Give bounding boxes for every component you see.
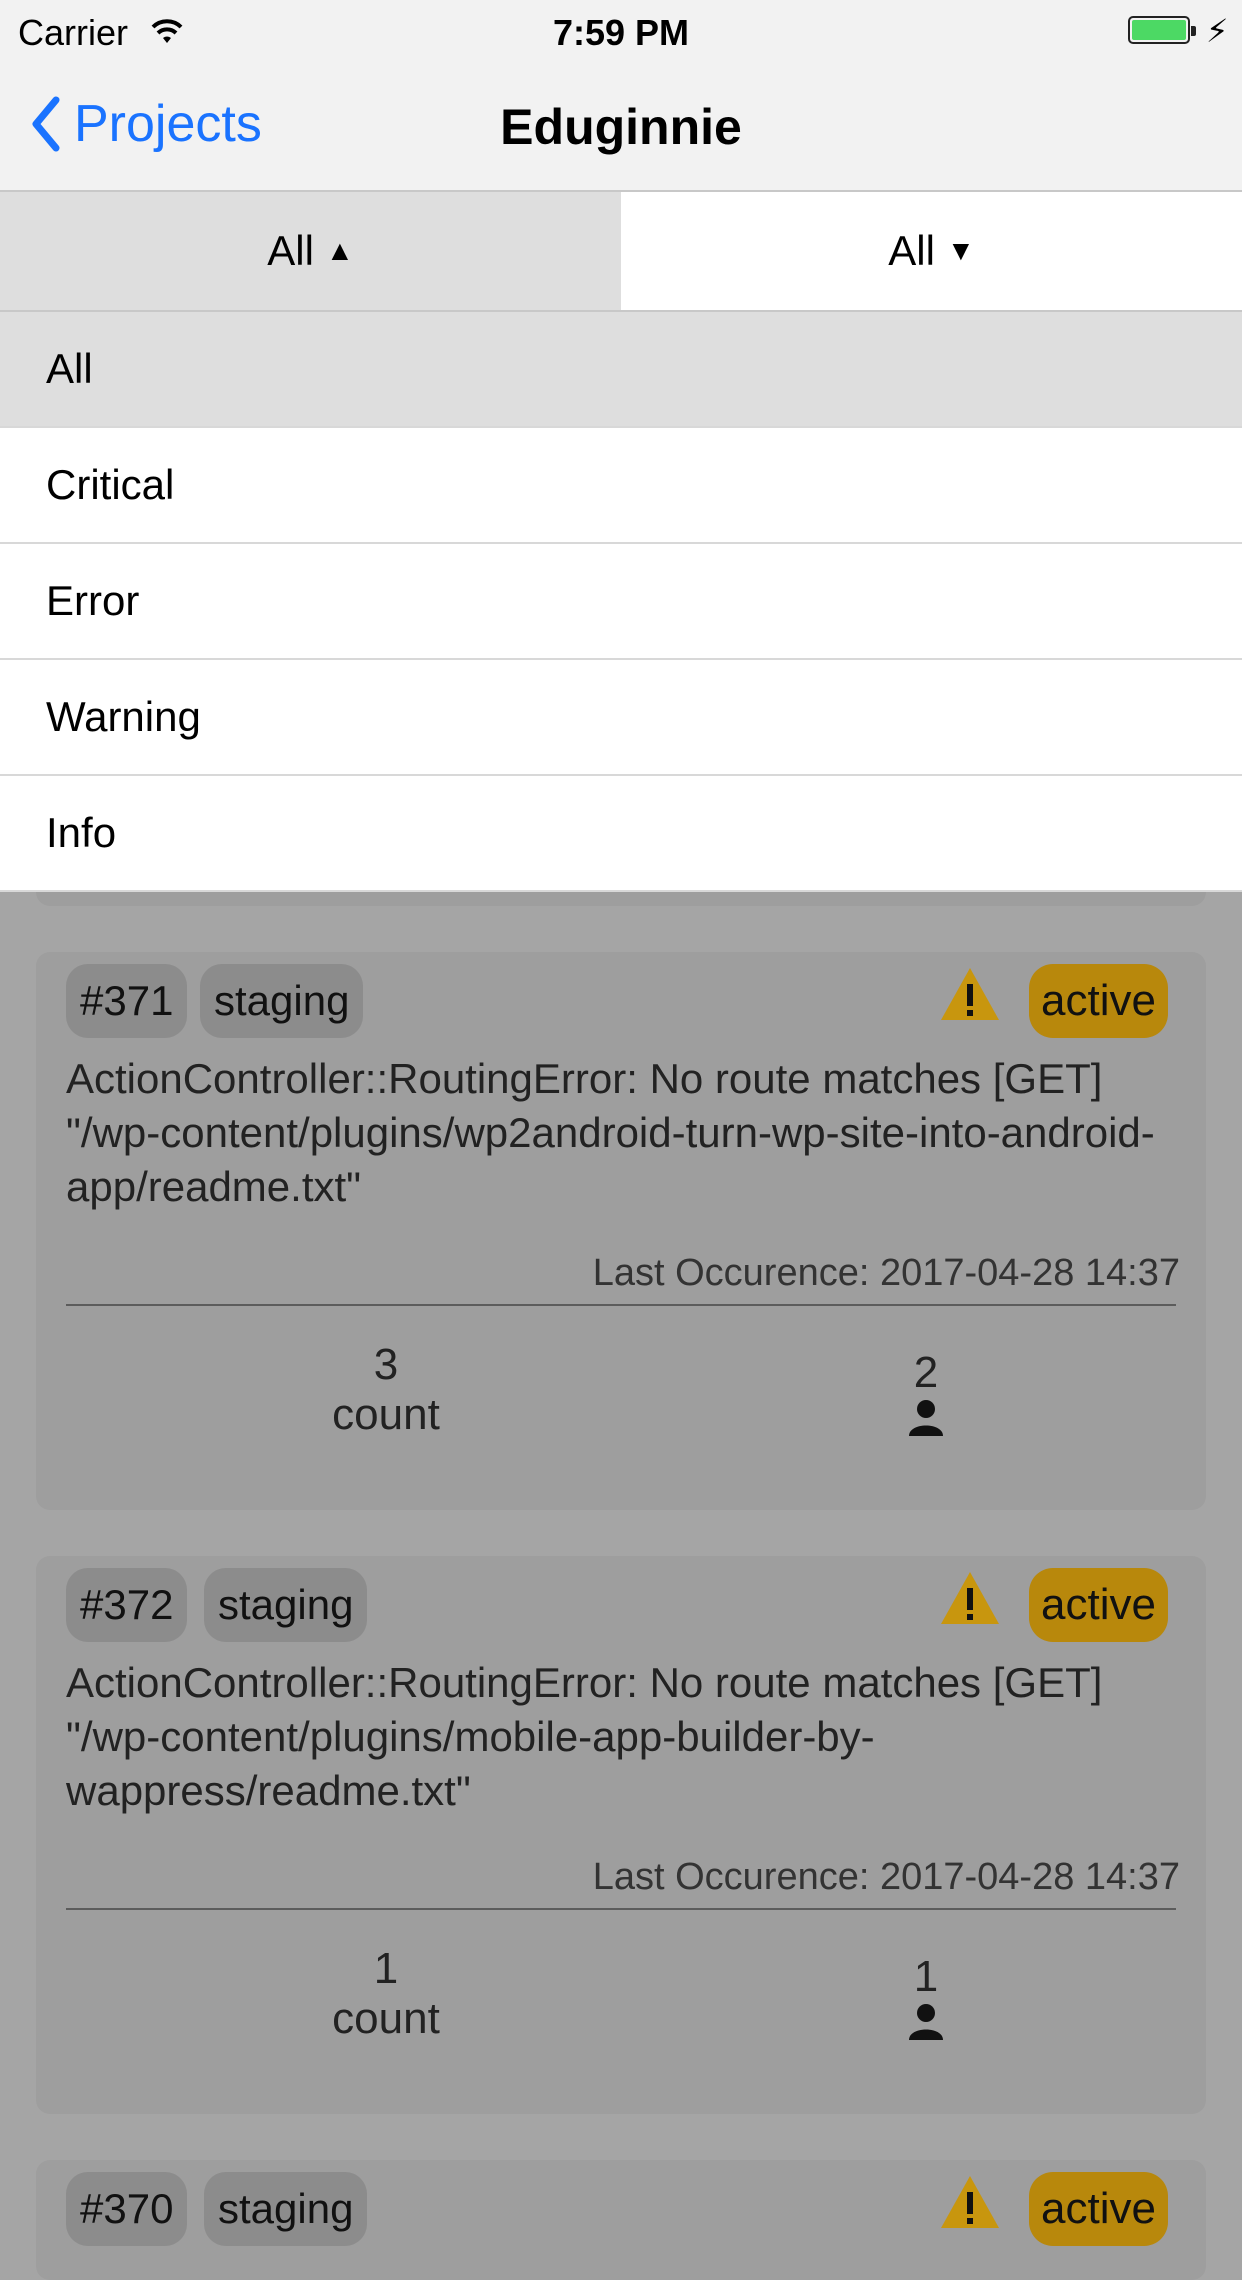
severity-filter-button[interactable]: All ▲ <box>0 192 621 310</box>
environment-badge: staging <box>200 964 364 1038</box>
error-id-badge: #370 <box>66 2172 188 2246</box>
user-icon <box>776 1398 1076 1443</box>
navigation-bar: Projects Eduginnie <box>0 62 1242 192</box>
caret-down-icon: ▼ <box>946 235 975 266</box>
caret-up-icon: ▲ <box>325 235 354 266</box>
last-occurrence: Last Occurence: 2017-04-28 14:37 <box>592 1856 1180 1898</box>
users-stat: 2 <box>776 1348 1076 1443</box>
error-id-badge: #372 <box>66 1568 188 1642</box>
dropdown-item-all[interactable]: All <box>0 312 1242 428</box>
count-value: 1 <box>373 1944 399 1993</box>
count-label: count <box>332 1390 440 1439</box>
environment-badge: staging <box>204 1568 368 1642</box>
environment-badge: staging <box>204 2172 368 2246</box>
count-stat: 1 count <box>236 1944 536 2044</box>
status-badge: active <box>1029 2172 1168 2246</box>
error-id-badge: #371 <box>66 964 188 1038</box>
status-badge: active <box>1029 964 1168 1038</box>
dropdown-item-error[interactable]: Error <box>0 544 1242 660</box>
status-filter-button[interactable]: All ▼ <box>621 192 1242 310</box>
error-card[interactable]: #371 staging active ActionController::Ro… <box>36 952 1206 1510</box>
users-stat: 1 <box>776 1952 1076 2047</box>
users-value: 1 <box>913 1952 939 2001</box>
severity-dropdown: All Critical Error Warning Info <box>0 312 1242 892</box>
status-bar: Carrier 7:59 PM ⚡ <box>0 0 1242 62</box>
status-filter-label: All <box>888 227 935 274</box>
count-stat: 3 count <box>236 1340 536 1440</box>
users-value: 2 <box>913 1348 939 1397</box>
clock: 7:59 PM <box>552 12 690 53</box>
error-card[interactable]: #370 staging active <box>36 2160 1206 2280</box>
error-message: ActionController::RoutingError: No route… <box>66 1055 1155 1210</box>
filter-bar: All ▲ All ▼ <box>0 192 1242 312</box>
user-icon <box>776 2002 1076 2047</box>
dropdown-item-critical[interactable]: Critical <box>0 428 1242 544</box>
severity-filter-label: All <box>267 227 314 274</box>
dropdown-item-info[interactable]: Info <box>0 776 1242 892</box>
warning-icon <box>938 1568 1002 1633</box>
last-occurrence: Last Occurence: 2017-04-28 14:37 <box>592 1252 1180 1294</box>
charging-icon: ⚡ <box>1206 13 1229 49</box>
count-value: 3 <box>373 1340 399 1389</box>
error-card[interactable]: #372 staging active ActionController::Ro… <box>36 1556 1206 2114</box>
page-title: Eduginnie <box>500 99 742 155</box>
status-badge: active <box>1029 1568 1168 1642</box>
divider <box>66 1304 1176 1306</box>
divider <box>66 1908 1176 1910</box>
error-message: ActionController::RoutingError: No route… <box>66 1659 1103 1814</box>
warning-icon <box>938 964 1002 1029</box>
warning-icon <box>938 2172 1002 2237</box>
dropdown-item-warning[interactable]: Warning <box>0 660 1242 776</box>
battery-icon <box>1128 16 1196 44</box>
count-label: count <box>332 1994 440 2043</box>
